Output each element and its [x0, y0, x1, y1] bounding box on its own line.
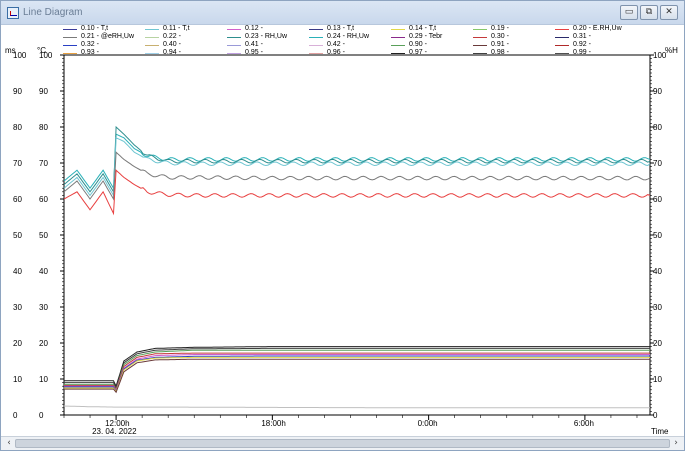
y-tick-label-celsius: 100	[39, 51, 53, 60]
plot-area: 0.10 - T,t 0.11 - T,t 0.12 -0.13 - T,t 0.14…	[1, 25, 684, 436]
series-line	[64, 356, 650, 393]
series-line	[64, 358, 650, 394]
y-tick-label-humidity: 10	[653, 375, 662, 384]
y-tick-label-celsius: 60	[39, 195, 48, 204]
y-tick-label-humidity: 30	[653, 303, 662, 312]
x-tick-label: 0:00h	[418, 419, 438, 428]
y-tick-label-celsius: 80	[39, 123, 48, 132]
horizontal-scrollbar[interactable]: ‹ ›	[1, 436, 684, 450]
y-tick-label-humidity: 50	[653, 231, 662, 240]
window-controls: ▭ ⧉ ✕	[620, 5, 678, 20]
title-bar[interactable]: Line Diagram ▭ ⧉ ✕	[1, 1, 684, 25]
y-tick-label-celsius: 70	[39, 159, 48, 168]
y-tick-label-ms: 20	[13, 339, 22, 348]
x-tick-label: 6:00h	[574, 419, 594, 428]
series-line	[64, 354, 650, 392]
y-tick-label-humidity: 0	[653, 411, 658, 420]
y-tick-label-humidity: 80	[653, 123, 662, 132]
y-tick-label-humidity: 60	[653, 195, 662, 204]
scrollbar-thumb[interactable]	[15, 439, 670, 448]
x-axis-unit-time: Time	[651, 427, 669, 436]
y-tick-label-humidity: 90	[653, 87, 662, 96]
y-tick-label-ms: 0	[13, 411, 18, 420]
y-tick-label-ms: 50	[13, 231, 22, 240]
y-tick-label-celsius: 40	[39, 267, 48, 276]
y-tick-label-ms: 10	[13, 375, 22, 384]
y-tick-label-humidity: 70	[653, 159, 662, 168]
y-tick-label-humidity: 40	[653, 267, 662, 276]
y-tick-label-ms: 30	[13, 303, 22, 312]
x-tick-label: 18:00h	[261, 419, 285, 428]
series-line	[63, 405, 650, 409]
y-tick-label-ms: 60	[13, 195, 22, 204]
scroll-right-icon[interactable]: ›	[670, 438, 682, 449]
y-tick-label-celsius: 20	[39, 339, 48, 348]
y-tick-label-ms: 80	[13, 123, 22, 132]
scroll-left-icon[interactable]: ‹	[3, 438, 15, 449]
series-line	[63, 137, 651, 198]
y-tick-label-ms: 100	[13, 51, 27, 60]
y-tick-label-humidity: 20	[653, 339, 662, 348]
series-line	[63, 133, 651, 190]
line-chart: 100 100 10090 90 9080 80 8070 70 7060 60 6050 50 504…	[13, 51, 669, 436]
restore-icon[interactable]: ⧉	[640, 5, 658, 20]
y-tick-label-celsius: 30	[39, 303, 48, 312]
window-title: Line Diagram	[23, 7, 83, 18]
y-tick-label-ms: 70	[13, 159, 22, 168]
plot-frame	[63, 54, 651, 416]
minimize-icon[interactable]: ▭	[620, 5, 638, 20]
line-diagram-window: Line Diagram ▭ ⧉ ✕ 0.10 - T,t 0.11 - T,t 0…	[0, 0, 685, 451]
date-label: 23. 04. 2022	[92, 427, 137, 436]
line-diagram-app-icon	[7, 7, 19, 19]
y-tick-label-celsius: 10	[39, 375, 48, 384]
y-tick-label-ms: 40	[13, 267, 22, 276]
y-tick-label-humidity: 100	[653, 51, 667, 60]
y-tick-label-celsius: 0	[39, 411, 44, 420]
close-icon[interactable]: ✕	[660, 5, 678, 20]
y-tick-label-ms: 90	[13, 87, 22, 96]
series-line	[64, 355, 650, 393]
y-tick-label-celsius: 50	[39, 231, 48, 240]
y-tick-label-celsius: 90	[39, 87, 48, 96]
